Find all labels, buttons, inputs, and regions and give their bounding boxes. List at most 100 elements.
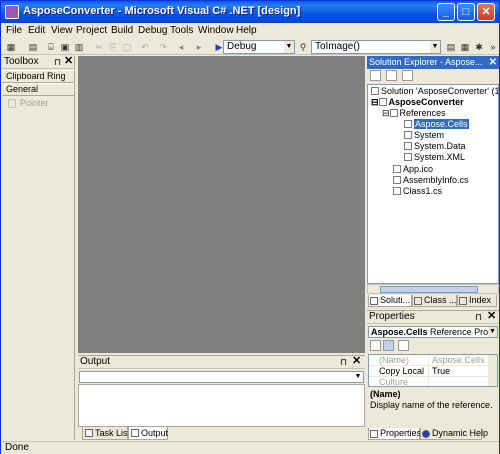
tree-node-reference[interactable]: System.Data xyxy=(404,141,466,152)
toolbar-overflow-icon[interactable]: » xyxy=(487,41,499,53)
file-label: Class1.cs xyxy=(403,186,443,196)
toolbox-group-clipboard[interactable]: Clipboard Ring xyxy=(2,70,75,83)
menu-edit[interactable]: Edit xyxy=(28,25,45,36)
close-icon[interactable]: ✕ xyxy=(489,56,497,69)
find-icon[interactable]: ⚲ xyxy=(297,41,309,53)
menu-window[interactable]: Window xyxy=(198,25,234,36)
copy-icon[interactable]: ⎘ xyxy=(107,41,119,53)
tree-node-reference[interactable]: System xyxy=(404,130,444,141)
toolbox-group-general[interactable]: General xyxy=(2,83,75,96)
tree-node-references[interactable]: ⊟ References xyxy=(382,108,446,119)
menu-view[interactable]: View xyxy=(51,25,73,36)
tree-node-file[interactable]: AssemblyInfo.cs xyxy=(393,175,469,186)
designer-surface[interactable] xyxy=(78,56,365,353)
solution-explorer-tabs: Soluti... Class ... Index xyxy=(367,295,499,308)
find-combo[interactable]: ToImage() ▼ xyxy=(311,40,441,54)
solution-explorer-header: Solution Explorer - Aspose... ✕ xyxy=(367,56,499,69)
undo-icon[interactable]: ↶ xyxy=(139,41,151,53)
menu-help[interactable]: Help xyxy=(236,25,257,36)
output-text-area[interactable] xyxy=(78,384,365,427)
description-text: Display name of the reference. xyxy=(370,400,493,410)
pin-icon[interactable]: ⊓ xyxy=(475,311,482,323)
property-grid: (Name) Aspose.Cells Copy Local True Cult… xyxy=(368,354,498,387)
navigate-back-icon[interactable]: ◂ xyxy=(175,41,187,53)
pointer-label: Pointer xyxy=(20,98,49,108)
tree-node-file[interactable]: App.ico xyxy=(393,164,433,175)
scrollbar-thumb[interactable] xyxy=(380,286,478,293)
tab-output[interactable]: Output xyxy=(128,427,168,440)
properties-toolbar xyxy=(368,339,498,353)
configuration-combo[interactable]: Debug ▼ xyxy=(223,40,295,54)
close-icon[interactable]: ✕ xyxy=(487,310,496,322)
project-icon xyxy=(378,98,387,106)
menu-project[interactable]: Project xyxy=(76,25,107,36)
toolbox-icon[interactable]: ✱ xyxy=(473,41,485,53)
status-text: Done xyxy=(5,442,29,453)
properties-icon[interactable]: ▦ xyxy=(459,41,471,53)
output-source-combo[interactable]: ▼ xyxy=(79,371,364,383)
minimize-button[interactable]: _ xyxy=(437,3,455,21)
file-label: AssemblyInfo.cs xyxy=(403,175,469,185)
pointer-icon xyxy=(8,99,16,108)
tab-solution-explorer[interactable]: Soluti... xyxy=(368,295,412,307)
cut-icon[interactable]: ✂ xyxy=(93,41,105,53)
new-project-icon[interactable]: ▦ xyxy=(5,41,17,53)
save-all-icon[interactable]: ▥ xyxy=(73,41,85,53)
property-row[interactable]: Culture xyxy=(369,377,489,386)
tab-task-list[interactable]: Task List xyxy=(82,427,130,440)
tree-node-file[interactable]: Class1.cs xyxy=(393,186,442,197)
navigate-forward-icon[interactable]: ▸ xyxy=(193,41,205,53)
show-all-files-icon[interactable] xyxy=(386,70,397,81)
tab-properties[interactable]: Properties xyxy=(368,428,422,440)
pin-icon[interactable]: ⊓ xyxy=(54,56,61,68)
close-button[interactable]: ✕ xyxy=(477,3,495,21)
solution-label: Solution 'AsposeConverter' (1 proj xyxy=(381,86,499,96)
menu-build[interactable]: Build xyxy=(111,25,133,36)
maximize-button[interactable]: □ xyxy=(457,3,475,21)
solution-explorer-panel: Solution Explorer - Aspose... ✕ Solution… xyxy=(367,56,499,308)
project-label: AsposeConverter xyxy=(388,97,464,107)
properties-object-combo[interactable]: Aspose.Cells Reference Propert ▼ xyxy=(368,326,498,338)
property-name: Copy Local xyxy=(378,366,429,377)
tab-class-view[interactable]: Class ... xyxy=(412,295,457,307)
add-item-icon[interactable]: ▤ xyxy=(27,41,39,53)
open-icon[interactable]: ⌸ xyxy=(45,41,57,53)
horizontal-scrollbar[interactable] xyxy=(367,284,499,294)
paste-icon[interactable]: ▢ xyxy=(121,41,133,53)
close-icon[interactable]: ✕ xyxy=(352,355,361,367)
tree-node-reference[interactable]: System.XML xyxy=(404,152,465,163)
class-view-icon xyxy=(414,297,422,305)
menu-file[interactable]: File xyxy=(6,25,22,36)
chevron-down-icon: ▼ xyxy=(488,327,497,337)
reference-label: System.Data xyxy=(414,141,466,151)
tree-node-solution[interactable]: Solution 'AsposeConverter' (1 proj xyxy=(371,86,499,97)
redo-icon[interactable]: ↷ xyxy=(157,41,169,53)
close-icon[interactable]: ✕ xyxy=(64,55,73,67)
solution-explorer-icon[interactable]: ▤ xyxy=(445,41,457,53)
property-value: Aspose.Cells xyxy=(432,355,485,365)
vertical-scrollbar[interactable] xyxy=(488,355,497,386)
references-label: References xyxy=(399,108,446,118)
refresh-icon[interactable] xyxy=(402,70,413,81)
categorized-icon[interactable] xyxy=(370,340,381,351)
tree-node-reference[interactable]: Aspose.Cells xyxy=(404,119,469,130)
property-row[interactable]: (Name) Aspose.Cells xyxy=(369,355,489,366)
property-value: True xyxy=(432,366,451,376)
reference-label: Aspose.Cells xyxy=(414,119,469,129)
toolbox-item-pointer[interactable]: Pointer xyxy=(6,97,72,110)
property-pages-icon[interactable] xyxy=(398,340,409,351)
title-bar[interactable]: AsposeConverter - Microsoft Visual C# .N… xyxy=(1,1,499,23)
tab-index[interactable]: Index xyxy=(457,295,497,307)
tab-dynamic-help[interactable]: Dynamic Help xyxy=(420,428,488,440)
alphabetical-icon[interactable] xyxy=(383,340,394,351)
output-header: Output ⊓ ✕ xyxy=(78,355,365,369)
toolbox-header: Toolbox ⊓ ✕ xyxy=(2,55,74,69)
property-row[interactable]: Copy Local True xyxy=(369,366,489,377)
menu-debug[interactable]: Debug xyxy=(138,25,167,36)
save-icon[interactable]: ▣ xyxy=(59,41,71,53)
tree-node-project[interactable]: ⊟ AsposeConverter xyxy=(371,97,464,108)
properties-icon[interactable] xyxy=(370,70,381,81)
menu-tools[interactable]: Tools xyxy=(170,25,193,36)
pin-icon[interactable]: ⊓ xyxy=(340,356,347,368)
tab-properties-label: Properties xyxy=(380,428,422,438)
